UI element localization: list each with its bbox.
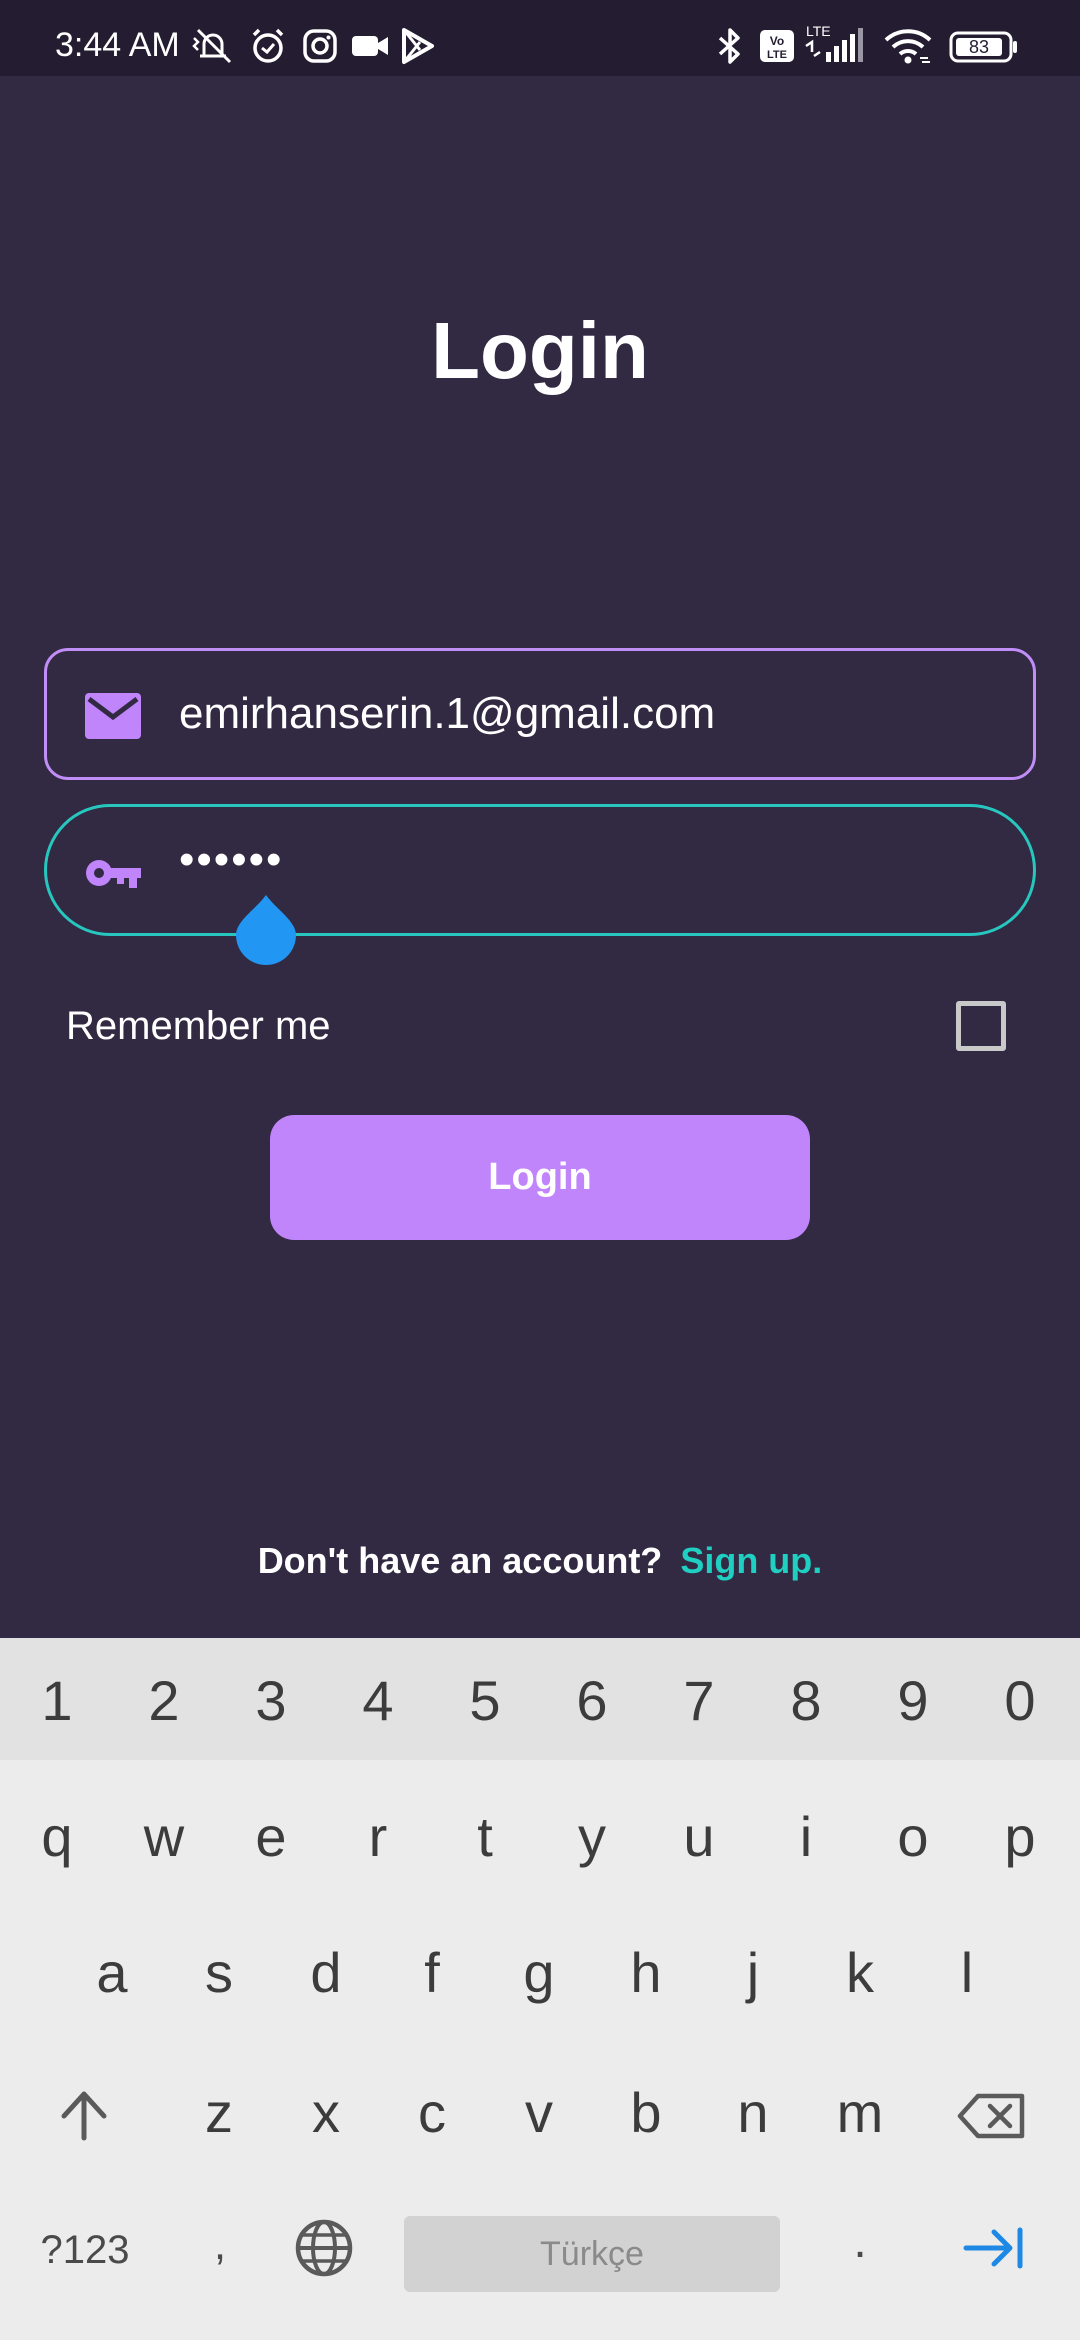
key-n[interactable]: n [713,2080,793,2145]
key-z[interactable]: z [179,2080,259,2145]
key-8[interactable]: 8 [766,1668,846,1733]
key-1[interactable]: 1 [17,1668,97,1733]
key-a[interactable]: a [72,1940,152,2005]
key-t[interactable]: t [445,1804,525,1869]
key-3[interactable]: 3 [231,1668,311,1733]
signup-link[interactable]: Sign up. [680,1540,822,1581]
space-key[interactable]: Türkçe [404,2216,780,2292]
email-field[interactable]: emirhanserin.1@gmail.com [44,648,1036,780]
key-h[interactable]: h [606,1940,686,2005]
backspace-key-icon[interactable] [956,2086,1030,2146]
key-icon [86,860,141,888]
no-account-text: Don't have an account? [257,1540,663,1581]
battery-level-text: 83 [969,37,989,57]
signup-prompt: Don't have an account? Sign up. [0,1540,1080,1582]
key-2[interactable]: 2 [124,1668,204,1733]
key-k[interactable]: k [820,1940,900,2005]
key-5[interactable]: 5 [445,1668,525,1733]
key-e[interactable]: e [231,1804,311,1869]
battery-icon: 83 [948,26,1020,66]
play-store-icon [400,26,436,66]
key-i[interactable]: i [766,1804,846,1869]
signal-strength-icon: LTE [802,23,872,64]
password-field[interactable]: •••••• [44,804,1036,936]
remember-me-checkbox[interactable] [956,1001,1006,1051]
globe-icon[interactable] [294,2218,354,2278]
symbols-key[interactable]: ?123 [30,2228,140,2273]
key-r[interactable]: r [338,1804,418,1869]
wifi-icon [882,26,934,66]
shift-key-icon[interactable] [56,2086,112,2146]
key-j[interactable]: j [713,1940,793,2005]
instagram-icon [302,26,338,66]
keyboard-number-row: 1 2 3 4 5 6 7 8 9 0 [0,1638,1080,1760]
volte-top-text: Vo [770,34,784,48]
key-p[interactable]: p [980,1804,1060,1869]
key-b[interactable]: b [606,2080,686,2145]
key-w[interactable]: w [124,1804,204,1869]
next-tab-icon[interactable] [962,2222,1026,2274]
key-g[interactable]: g [499,1940,579,2005]
key-y[interactable]: y [552,1804,632,1869]
mail-icon [85,693,141,739]
key-0[interactable]: 0 [980,1668,1060,1733]
key-u[interactable]: u [659,1804,739,1869]
key-f[interactable]: f [392,1940,472,2005]
key-l[interactable]: l [927,1940,1007,2005]
login-button[interactable]: Login [270,1115,810,1240]
status-time: 3:44 AM [55,26,180,64]
key-7[interactable]: 7 [659,1668,739,1733]
soft-keyboard: 1 2 3 4 5 6 7 8 9 0 q w e r t y u i o p … [0,1638,1080,2340]
volte-icon: Vo LTE [758,26,796,66]
key-o[interactable]: o [873,1804,953,1869]
video-camera-icon [350,26,390,66]
key-m[interactable]: m [820,2080,900,2145]
comma-key[interactable]: , [200,2220,240,2270]
password-value: •••••• [179,835,284,884]
key-9[interactable]: 9 [873,1668,953,1733]
network-type-text: LTE [806,23,831,39]
page-title: Login [431,306,649,395]
alarm-icon [248,26,288,66]
email-value: emirhanserin.1@gmail.com [179,689,716,738]
period-key[interactable]: . [840,2214,880,2269]
key-d[interactable]: d [286,1940,366,2005]
bluetooth-icon [712,26,748,66]
key-x[interactable]: x [286,2080,366,2145]
remember-me-label: Remember me [66,1004,331,1048]
key-q[interactable]: q [17,1804,97,1869]
status-bar: 3:44 AM Vo LTE LTE 83 [0,0,1080,76]
key-6[interactable]: 6 [552,1668,632,1733]
text-cursor-handle[interactable] [236,893,296,965]
key-v[interactable]: v [499,2080,579,2145]
key-c[interactable]: c [392,2080,472,2145]
vibrate-muted-icon [190,26,236,66]
key-4[interactable]: 4 [338,1668,418,1733]
volte-bottom-text: LTE [767,49,787,61]
key-s[interactable]: s [179,1940,259,2005]
